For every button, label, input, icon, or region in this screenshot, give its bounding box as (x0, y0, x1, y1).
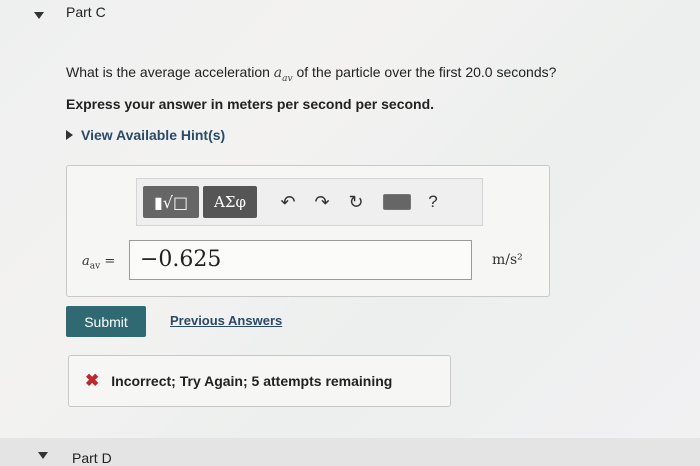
part-d-title[interactable]: Part D (72, 450, 112, 466)
view-hints-label: View Available Hint(s) (81, 127, 226, 143)
previous-answers-link[interactable]: Previous Answers (170, 313, 282, 328)
part-d-collapse-icon[interactable] (38, 452, 48, 459)
answer-input[interactable]: −0.625 (129, 240, 472, 280)
templates-button[interactable]: ▮√□ (143, 186, 199, 218)
feedback-text: Incorrect; Try Again; 5 attempts remaini… (111, 373, 393, 389)
units-label: m/s² (492, 252, 523, 268)
keyboard-icon[interactable] (383, 194, 411, 210)
part-c-collapse-icon[interactable] (34, 12, 44, 19)
submit-button[interactable]: Submit (66, 306, 146, 337)
question-text: What is the average acceleration aav of … (66, 64, 556, 84)
greek-symbols-button[interactable]: ΑΣφ (203, 186, 257, 218)
caret-right-icon (66, 130, 73, 140)
reset-icon[interactable]: ↻ (339, 186, 373, 218)
question-symbol: aav (273, 65, 293, 84)
undo-icon[interactable]: ↶ (271, 186, 305, 218)
incorrect-icon: ✖ (85, 371, 100, 390)
math-toolbar: ▮√□ ΑΣφ ↶ ↷ ↻ ? (136, 178, 483, 226)
part-c-title[interactable]: Part C (66, 4, 106, 20)
redo-icon[interactable]: ↷ (305, 186, 339, 218)
view-hints-link[interactable]: View Available Hint(s) (66, 127, 225, 143)
help-button[interactable]: ? (421, 186, 445, 218)
question-prefix: What is the average acceleration (66, 64, 274, 80)
answer-instruction: Express your answer in meters per second… (66, 96, 435, 112)
question-suffix: of the particle over the first 20.0 seco… (292, 64, 557, 80)
feedback-box: ✖ Incorrect; Try Again; 5 attempts remai… (68, 355, 451, 407)
answer-variable-label: aav = (82, 254, 116, 272)
